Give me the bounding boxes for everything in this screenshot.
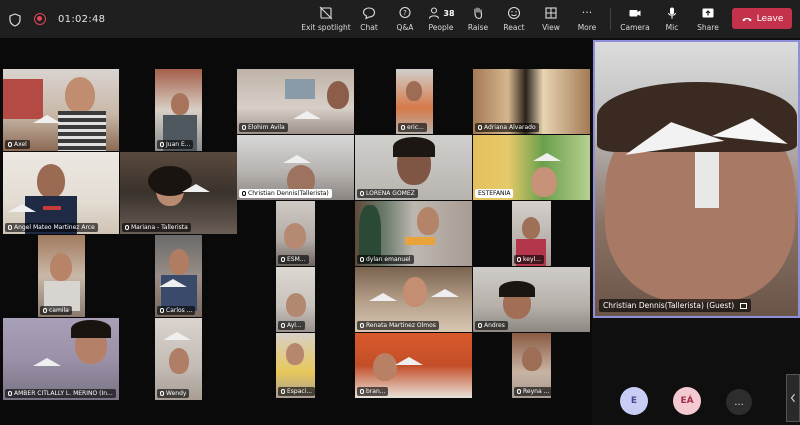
meeting-info: 01:02:48 [8, 0, 105, 38]
participant-tile[interactable]: Mariana - Tallerista [120, 152, 237, 234]
participant-name: Mariana - Tallerista [122, 223, 191, 232]
participant-tile[interactable]: bran... [355, 333, 472, 398]
participant-name: eric... [398, 123, 427, 132]
grid-icon [545, 7, 557, 19]
participant-name: AMBER CITLALLY L. MERINO (In... [5, 389, 116, 398]
participant-tile[interactable]: Renata Martinez Olmos [355, 267, 472, 332]
participant-name: Adriana Alvarado [475, 123, 539, 132]
participant-tile[interactable]: Adriana Alvarado [473, 69, 590, 134]
react-label: React [503, 23, 525, 32]
chat-label: Chat [360, 23, 378, 32]
participant-tile[interactable]: Angel Mateo Martinez Arce [3, 152, 119, 234]
people-icon [429, 7, 440, 19]
participant-tile[interactable]: ESM... [276, 201, 315, 266]
participant-name: Axel [5, 140, 30, 149]
participant-tile[interactable]: AMBER CITLALLY L. MERINO (In... [3, 318, 119, 400]
view-button[interactable]: View [537, 0, 565, 38]
camera-label: Camera [620, 23, 650, 32]
leave-label: Leave [756, 13, 784, 24]
mic-button[interactable]: Mic [660, 0, 684, 38]
react-button[interactable]: React [500, 0, 528, 38]
shield-icon[interactable] [8, 12, 22, 27]
meeting-toolbar: 01:02:48 Exit spotlight Chat ? Q&A 38 Pe… [0, 0, 800, 38]
leave-button[interactable]: Leave [732, 8, 792, 29]
participant-tile[interactable]: ESTEFANIA [473, 135, 590, 200]
view-label: View [542, 23, 560, 32]
participant-tile[interactable]: Reyna ... [512, 333, 551, 398]
more-participants-button[interactable]: ... [726, 389, 752, 415]
participant-name: ESM... [278, 255, 309, 264]
participant-tile[interactable]: keyl... [512, 201, 551, 266]
more-dots-icon: ··· [581, 6, 593, 19]
participant-name: Andres [475, 321, 508, 330]
participant-tile[interactable]: Ayl... [276, 267, 315, 332]
participant-name: keyl... [514, 255, 544, 264]
exit-spotlight-button[interactable]: Exit spotlight [301, 0, 351, 38]
recording-icon [34, 13, 46, 25]
exit-spotlight-icon [319, 6, 333, 20]
participant-avatar[interactable]: E [620, 387, 648, 415]
qa-button[interactable]: ? Q&A [391, 0, 419, 38]
qa-icon: ? [399, 6, 411, 19]
spotlight-video[interactable]: Christian Dennis(Tallerista) (Guest) [593, 40, 800, 318]
more-button[interactable]: ··· More [573, 0, 601, 38]
participant-name: dylan emanuel [357, 255, 414, 264]
pin-icon[interactable] [739, 303, 747, 309]
share-button[interactable]: Share [694, 0, 722, 38]
hangup-icon [741, 17, 752, 21]
smiley-icon [507, 6, 521, 20]
participant-tile[interactable]: eric... [396, 69, 433, 134]
participant-tile[interactable]: Espaci... [276, 333, 315, 398]
participant-name: camila [40, 306, 72, 315]
raise-hand-button[interactable]: Raise [465, 0, 491, 38]
people-button[interactable]: 38 People [424, 0, 458, 38]
participant-tile[interactable]: Elohim Avila [237, 69, 354, 134]
participant-tile[interactable]: Juan E... [155, 69, 202, 151]
mic-icon [667, 7, 677, 19]
camera-button[interactable]: Camera [618, 0, 652, 38]
raise-label: Raise [467, 23, 489, 32]
participant-name: LORENA GOMEZ [357, 189, 418, 198]
participant-tile[interactable]: camila [38, 235, 85, 317]
share-icon [702, 8, 714, 18]
participant-tile[interactable]: Carlos ... [155, 235, 202, 317]
participant-tile[interactable]: Andres [473, 267, 590, 332]
participant-tile[interactable]: Christian Dennis(Tallerista) [237, 135, 354, 200]
more-label: More [577, 23, 597, 32]
participant-name: Espaci... [278, 387, 315, 396]
camera-icon [629, 10, 641, 17]
participant-tile[interactable]: LORENA GOMEZ [355, 135, 472, 200]
participant-name: bran... [357, 387, 389, 396]
hand-icon [474, 7, 483, 20]
meeting-timer: 01:02:48 [58, 13, 106, 25]
people-count: 38 [443, 8, 455, 18]
participant-name: Elohim Avila [239, 123, 288, 132]
participant-name: Ayl... [278, 321, 305, 330]
participant-name: Juan E... [157, 140, 194, 149]
participant-name: Reyna ... [514, 387, 551, 396]
participant-tile[interactable]: Axel [3, 69, 119, 151]
toolbar-divider [610, 8, 611, 30]
participant-name: Angel Mateo Martinez Arce [5, 223, 98, 232]
people-label: People [428, 23, 454, 32]
chevron-left-icon [790, 393, 795, 403]
participant-name: Christian Dennis(Tallerista) [239, 189, 332, 198]
participant-name: ESTEFANIA [475, 189, 514, 198]
svg-text:?: ? [403, 9, 407, 17]
participant-name: Carlos ... [157, 306, 196, 315]
share-label: Share [697, 23, 719, 32]
participant-name: Wendy [157, 389, 190, 398]
exit-spotlight-label: Exit spotlight [301, 23, 351, 32]
participant-name: Renata Martinez Olmos [357, 321, 439, 330]
participant-tile[interactable]: Wendy [155, 318, 202, 400]
chat-icon [362, 7, 376, 20]
participant-avatar[interactable]: EÁ [673, 387, 701, 415]
scroll-right-button[interactable] [786, 374, 800, 422]
participant-tile[interactable]: dylan emanuel [355, 201, 472, 266]
qa-label: Q&A [396, 23, 414, 32]
video-gallery: Axel Juan E... Elohim Avila eric... Adri… [0, 38, 592, 425]
mic-label: Mic [665, 23, 679, 32]
spotlight-name: Christian Dennis(Tallerista) (Guest) [599, 299, 751, 312]
chat-button[interactable]: Chat [355, 0, 383, 38]
